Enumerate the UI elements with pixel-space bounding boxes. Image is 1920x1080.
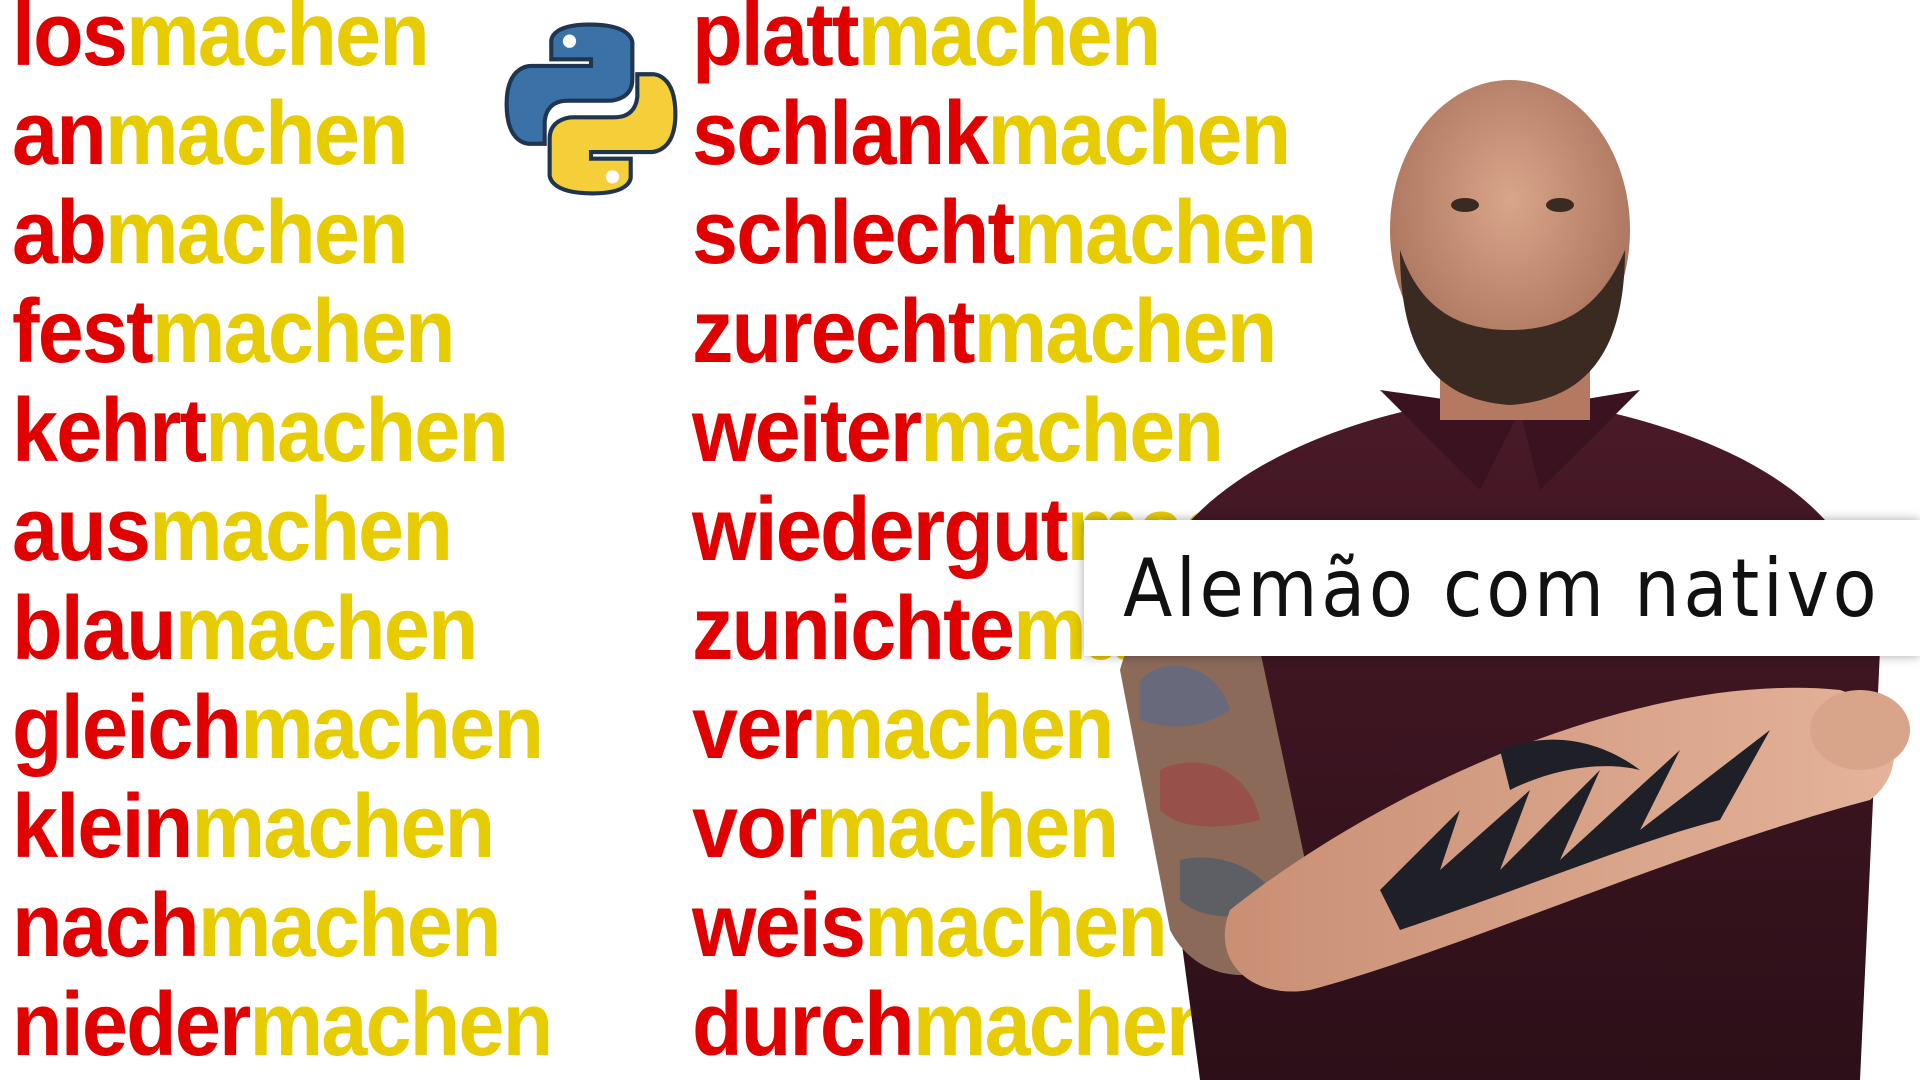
word-item: nachmachen xyxy=(12,877,551,976)
word-item: niedermachen xyxy=(12,975,553,1075)
caption-box: Alemão com nativo xyxy=(1084,520,1920,656)
word-item: ausmachen xyxy=(12,481,551,580)
word-suffix: machen xyxy=(104,84,409,184)
word-item: blaumachen xyxy=(12,580,551,679)
word-suffix: machen xyxy=(191,777,495,877)
word-prefix: weis xyxy=(692,876,866,976)
word-suffix: machen xyxy=(126,0,430,85)
word-suffix: machen xyxy=(205,381,509,481)
word-prefix: blau xyxy=(12,579,177,679)
word-prefix: wiedergut xyxy=(692,480,1068,580)
word-prefix: schlecht xyxy=(692,183,1015,283)
word-suffix: machen xyxy=(151,282,456,382)
word-prefix: zunichte xyxy=(692,579,1015,679)
word-suffix: machen xyxy=(240,678,544,778)
word-prefix: ver xyxy=(692,678,813,778)
word-item: gleichmachen xyxy=(12,679,551,778)
word-prefix: vor xyxy=(692,777,817,877)
word-suffix: machen xyxy=(104,183,409,283)
caption-text: Alemão com nativo xyxy=(1123,541,1881,635)
word-item: abmachen xyxy=(12,184,551,283)
word-item: kehrtmachen xyxy=(12,382,551,481)
word-prefix: fest xyxy=(12,282,154,382)
word-item: losmachen xyxy=(12,0,551,85)
python-logo-icon xyxy=(504,22,678,196)
word-prefix: durch xyxy=(692,975,915,1075)
word-prefix: klein xyxy=(12,777,193,877)
word-prefix: platt xyxy=(692,0,859,85)
word-prefix: ab xyxy=(12,183,107,283)
word-suffix: machen xyxy=(249,975,553,1075)
word-item: kleinmachen xyxy=(12,778,551,877)
thumbnail: losmachen anmachen abmachen festmachen k… xyxy=(0,0,1920,1080)
word-prefix: an xyxy=(12,84,107,184)
word-prefix: weiter xyxy=(692,381,922,481)
word-suffix: machen xyxy=(810,678,1115,778)
left-word-column: losmachen anmachen abmachen festmachen k… xyxy=(12,0,553,1075)
word-prefix: nach xyxy=(12,876,200,976)
word-prefix: aus xyxy=(12,480,151,580)
word-prefix: los xyxy=(12,0,128,85)
word-item: anmachen xyxy=(12,85,551,184)
word-item: festmachen xyxy=(12,283,551,382)
word-prefix: kehrt xyxy=(12,381,207,481)
word-prefix: zurecht xyxy=(692,282,975,382)
word-suffix: machen xyxy=(174,579,479,679)
word-suffix: machen xyxy=(149,480,453,580)
word-prefix: gleich xyxy=(12,678,242,778)
word-prefix: schlank xyxy=(692,84,989,184)
word-suffix: machen xyxy=(815,777,1119,877)
word-prefix: nieder xyxy=(12,975,251,1075)
word-suffix: machen xyxy=(197,876,502,976)
